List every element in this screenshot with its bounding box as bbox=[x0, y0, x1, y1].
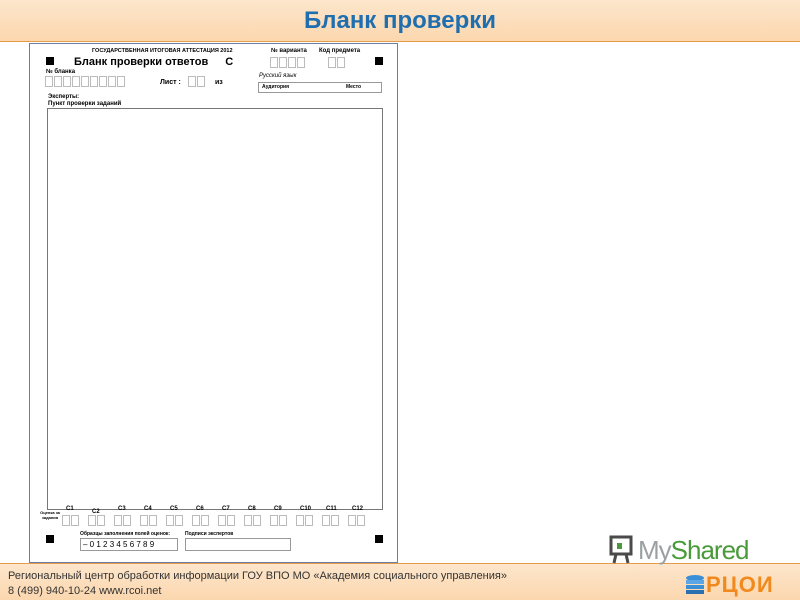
place-label: Место bbox=[346, 84, 362, 90]
experts-label: Эксперты: bbox=[48, 94, 80, 100]
myshared-my: My bbox=[638, 534, 672, 565]
signature-box[interactable] bbox=[185, 538, 291, 551]
of-label: из bbox=[215, 79, 223, 86]
task-score-cells[interactable] bbox=[244, 515, 261, 526]
task-score-cells[interactable] bbox=[192, 515, 209, 526]
task-label: С8 bbox=[248, 506, 256, 512]
task-score-cells[interactable] bbox=[296, 515, 313, 526]
task-score-cells[interactable] bbox=[114, 515, 131, 526]
blank-number-label: № бланка bbox=[46, 69, 76, 75]
task-label: С9 bbox=[274, 506, 282, 512]
variant-label: № варианта bbox=[271, 48, 307, 54]
task-label: С11 bbox=[326, 506, 337, 512]
signature-label: Подписи экспертов bbox=[185, 531, 234, 537]
gia-header: ГОСУДАРСТВЕННАЯ ИТОГОВАЯ АТТЕСТАЦИЯ 2012 bbox=[92, 48, 233, 54]
form-title-letter: С bbox=[225, 56, 234, 68]
slide-title: Бланк проверки bbox=[303, 7, 497, 34]
sample-digits: – 0 1 2 3 4 5 6 7 8 9 bbox=[83, 540, 155, 549]
auditorium-label: Аудитория bbox=[262, 84, 289, 90]
footer-bar: Региональный центр обработки информации … bbox=[0, 563, 800, 600]
task-score-cells[interactable] bbox=[348, 515, 365, 526]
task-label: С7 bbox=[222, 506, 230, 512]
task-score-cells[interactable] bbox=[140, 515, 157, 526]
task-label: С5 bbox=[170, 506, 178, 512]
task-label: С10 bbox=[300, 506, 312, 512]
task-label: С12 bbox=[352, 506, 364, 512]
task-score-cells[interactable] bbox=[62, 515, 79, 526]
answers-area[interactable] bbox=[47, 108, 383, 510]
footer-contact: 8 (499) 940-10-24 www.rcoi.net bbox=[8, 585, 162, 597]
subject-name: Русский язык bbox=[259, 73, 297, 79]
sheet-label: Лист : bbox=[160, 79, 181, 86]
subject-code-cells[interactable] bbox=[328, 57, 345, 68]
task-score-cells[interactable] bbox=[166, 515, 183, 526]
task-label: С3 bbox=[118, 506, 126, 512]
task-score-cells[interactable] bbox=[218, 515, 235, 526]
title-bar: Бланк проверки bbox=[0, 0, 800, 42]
form-title: Бланк проверки ответов С bbox=[74, 56, 233, 68]
myshared-shared: Shared bbox=[670, 534, 750, 565]
task-label: С6 bbox=[196, 506, 204, 512]
task-label: С1 bbox=[66, 506, 74, 512]
sample-label: Образцы заполнения полей оценок: bbox=[80, 531, 171, 537]
variant-cells[interactable] bbox=[270, 57, 305, 68]
form-title-text: Бланк проверки ответов bbox=[74, 56, 209, 68]
corner-marker-bottom-left bbox=[46, 535, 54, 543]
myshared-wordmark: MyShared bbox=[638, 534, 750, 566]
rcoi-wordmark: РЦОИ bbox=[706, 572, 774, 597]
answer-check-form: ГОСУДАРСТВЕННАЯ ИТОГОВАЯ АТТЕСТАЦИЯ 2012… bbox=[29, 43, 398, 563]
blank-number-cells[interactable] bbox=[45, 76, 125, 87]
task-score-cells[interactable] bbox=[322, 515, 339, 526]
footer-organization: Региональный центр обработки информации … bbox=[8, 570, 507, 582]
score-label: Оценка за задания bbox=[40, 510, 60, 520]
myshared-logo: MyShared bbox=[608, 533, 750, 567]
check-point-label: Пункт проверки заданий bbox=[48, 101, 122, 107]
task-score-cells[interactable] bbox=[88, 515, 105, 526]
presentation-board-icon bbox=[609, 535, 633, 564]
corner-marker-bottom-right bbox=[375, 535, 383, 543]
corner-marker-top-left bbox=[46, 57, 54, 65]
sheet-cells[interactable] bbox=[188, 76, 205, 87]
task-score-cells[interactable] bbox=[270, 515, 287, 526]
rcoi-logo: РЦОИ bbox=[684, 572, 774, 598]
database-stack-icon bbox=[686, 575, 704, 594]
subject-code-label: Код предмета bbox=[319, 48, 361, 54]
task-label: С4 bbox=[144, 506, 152, 512]
corner-marker-top-right bbox=[375, 57, 383, 65]
